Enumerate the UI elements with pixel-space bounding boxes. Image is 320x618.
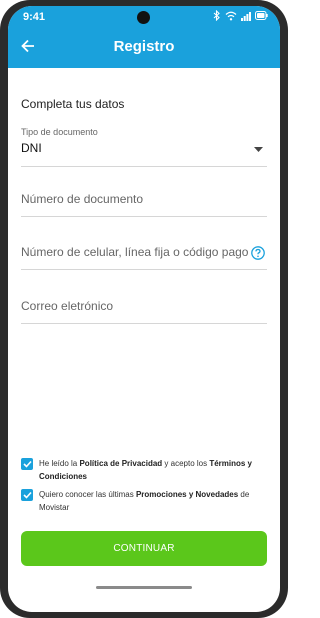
- status-icons: [213, 10, 268, 21]
- document-number-placeholder: Número de documento: [21, 192, 144, 206]
- privacy-consent-text: He leído la Política de Privacidad y ace…: [39, 459, 252, 481]
- help-circle-icon[interactable]: [251, 246, 265, 265]
- privacy-policy-link[interactable]: Política de Privacidad: [79, 459, 162, 468]
- email-placeholder: Correo eletrónico: [21, 299, 114, 313]
- status-bar: 9:41: [8, 6, 280, 28]
- document-number-field[interactable]: Número de documento: [21, 177, 267, 217]
- wifi-icon: [225, 11, 237, 21]
- section-title: Completa tus datos: [21, 97, 125, 111]
- phone-placeholder: Número de celular, línea fija o código p…: [21, 245, 249, 259]
- app-bar: Registro: [8, 28, 280, 68]
- phone-field[interactable]: Número de celular, línea fija o código p…: [21, 230, 267, 270]
- document-type-select[interactable]: Tipo de documento DNI: [21, 124, 267, 167]
- privacy-consent-row: He leído la Política de Privacidad y ace…: [21, 457, 267, 483]
- bluetooth-icon: [213, 10, 221, 21]
- promotions-consent-text: Quiero conocer las últimas Promociones y…: [39, 490, 250, 512]
- battery-icon: [255, 11, 268, 20]
- screen: 9:41 Registro Completa tus datos Tipo de…: [8, 6, 280, 612]
- device-frame: 9:41 Registro Completa tus datos Tipo de…: [0, 0, 288, 618]
- status-time: 9:41: [23, 11, 46, 23]
- home-indicator: [96, 586, 192, 589]
- privacy-checkbox[interactable]: [21, 458, 33, 470]
- email-field[interactable]: Correo eletrónico: [21, 284, 267, 324]
- promotions-consent-row: Quiero conocer las últimas Promociones y…: [21, 488, 267, 514]
- page-title: Registro: [113, 38, 175, 55]
- document-type-value: DNI: [21, 141, 42, 155]
- document-type-label: Tipo de documento: [21, 127, 98, 137]
- camera-cutout: [137, 11, 150, 24]
- continue-button[interactable]: CONTINUAR: [21, 531, 267, 566]
- signal-icon: [241, 11, 251, 21]
- promotions-checkbox[interactable]: [21, 489, 33, 501]
- caret-down-icon: [254, 139, 263, 157]
